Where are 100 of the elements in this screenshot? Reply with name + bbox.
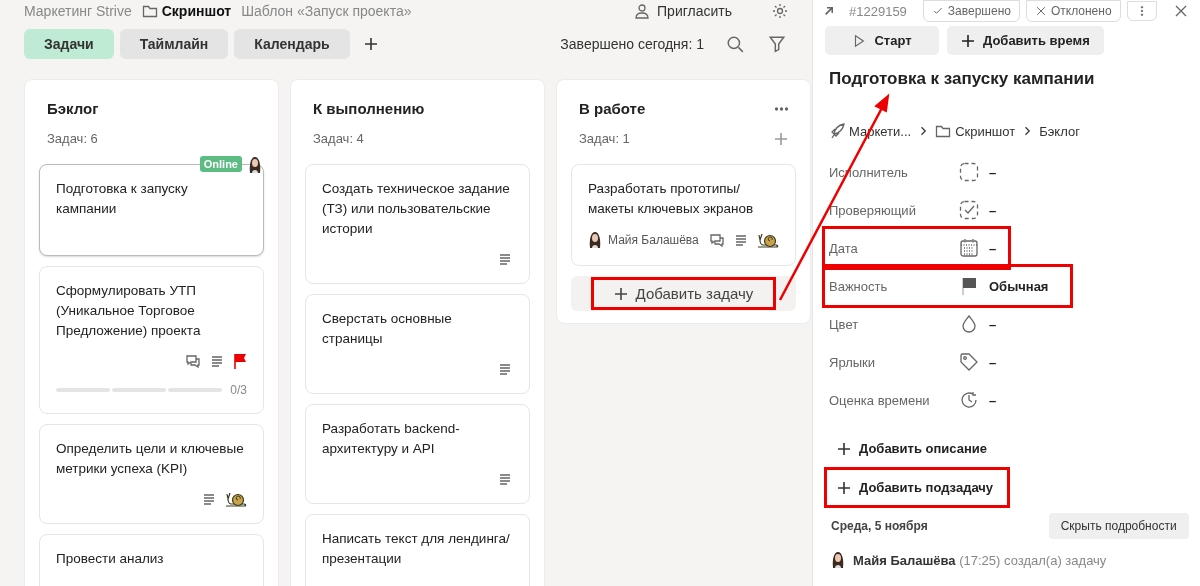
start-button[interactable]: Старт	[825, 26, 939, 55]
property-label: Цвет	[829, 316, 860, 332]
task-title: Подготовка к запуску кампании	[829, 69, 1096, 89]
description-icon	[497, 361, 513, 377]
view-tab[interactable]: Таймлайн	[119, 29, 229, 59]
card-title: Подготовка к запуску кампании	[56, 180, 189, 218]
snail-icon	[225, 491, 247, 507]
status-button[interactable]: Отклонено	[1025, 0, 1121, 22]
view-tab[interactable]: Задачи	[24, 29, 114, 59]
plus-icon	[837, 441, 851, 456]
property-value: –	[989, 202, 997, 218]
hide-details-button[interactable]: Скрыть подробности	[1048, 513, 1189, 539]
search-icon	[726, 35, 744, 53]
breadcrumb-item[interactable]: Скриншот	[955, 123, 1016, 139]
property-label: Проверяющий	[829, 202, 917, 218]
add-time-button[interactable]: Добавить время	[947, 26, 1104, 55]
task-card[interactable]: Провести анализ	[39, 534, 264, 586]
comment-icon	[709, 232, 725, 248]
property-row[interactable]: Цвет –	[825, 305, 1009, 343]
plus-icon	[613, 286, 628, 301]
plus-icon	[363, 37, 378, 51]
plus-icon	[837, 480, 851, 495]
completed-today: Завершено сегодня: 1	[560, 36, 704, 52]
clock-icon	[959, 390, 979, 410]
status-button[interactable]: Завершено	[922, 0, 1020, 22]
column-title: К выполнению	[313, 100, 425, 117]
calendar-icon	[959, 238, 979, 258]
avatar-icon	[831, 551, 845, 569]
task-card[interactable]: Разработать прототипы/ макеты ключевых экранов Майя Балашёва	[571, 164, 796, 266]
property-value: –	[989, 240, 997, 256]
property-row[interactable]: Ярлыки –	[825, 343, 1009, 381]
description-icon	[733, 232, 749, 248]
property-label: Важность	[829, 278, 889, 294]
card-title: Разработать прототипы/ макеты ключевых экранов	[588, 180, 755, 218]
plus-icon	[774, 131, 788, 146]
property-value: –	[989, 354, 997, 370]
task-card[interactable]: Написать текст для лендинга/презентации	[305, 514, 530, 586]
user-icon	[635, 3, 652, 19]
property-row[interactable]: Оценка времени –	[825, 381, 1009, 419]
property-row[interactable]: Дата –	[825, 229, 1009, 267]
flag-icon	[233, 353, 247, 369]
online-badge: Online	[199, 156, 242, 172]
rocket-icon	[829, 123, 845, 139]
settings-icon	[772, 3, 788, 19]
card-title: Сформулировать УТП (Уникальное Торговое Предложение) проекта	[56, 282, 202, 340]
template-name: Шаблон «Запуск проекта»	[241, 3, 412, 19]
avatar-icon	[588, 231, 602, 249]
filter-icon	[768, 35, 786, 53]
property-label: Оценка времени	[829, 392, 931, 408]
reviewer-icon	[959, 200, 979, 220]
play-icon	[852, 33, 867, 48]
card-title: Провести анализ	[56, 550, 165, 568]
card-title: Разработать backend-архитектуру и API	[322, 420, 461, 458]
cross-icon	[1034, 5, 1047, 17]
breadcrumb-item[interactable]: Бэклог	[1039, 123, 1080, 139]
add-action-button[interactable]: Добавить описание	[827, 431, 1002, 466]
add-task-button[interactable]: Добавить задачу	[593, 280, 774, 307]
assignee-name: Майя Балашёва	[608, 233, 699, 247]
assignee-icon	[959, 162, 979, 182]
drop-icon	[959, 314, 979, 334]
property-row[interactable]: Важность Обычная	[825, 267, 1071, 305]
description-icon	[209, 353, 225, 369]
description-icon	[201, 491, 217, 507]
task-card[interactable]: Сверстать основные страницы	[305, 294, 530, 394]
avatar-icon	[248, 156, 262, 174]
task-count: Задач: 1	[579, 131, 630, 146]
view-tab[interactable]: Календарь	[234, 29, 350, 59]
card-title: Написать текст для лендинга/презентации	[322, 530, 511, 568]
column-menu-button[interactable]	[775, 106, 788, 111]
property-value: –	[989, 392, 997, 408]
description-icon	[497, 471, 513, 487]
comment-icon	[185, 353, 201, 369]
activity-date: Среда, 5 ноября	[830, 519, 928, 533]
subtask-count: 0/3	[230, 383, 247, 397]
task-card[interactable]: Определить цели и ключевые метрики успеха (KPI)	[39, 424, 264, 524]
column-title: В работе	[579, 100, 646, 117]
more-icon	[775, 106, 788, 111]
add-action-button[interactable]: Добавить подзадачу	[827, 470, 1008, 505]
property-row[interactable]: Проверяющий –	[825, 191, 1009, 229]
task-id: #1229159	[849, 3, 907, 19]
tag-icon	[959, 352, 979, 372]
column-title: Бэклог	[47, 100, 99, 117]
plus-icon	[961, 33, 975, 48]
property-label: Дата	[829, 240, 859, 256]
project-name[interactable]: Скриншот	[161, 3, 232, 19]
task-card[interactable]: Сформулировать УТП (Уникальное Торговое Предложение) проекта 0/3	[39, 266, 264, 414]
flag-icon	[959, 276, 979, 296]
activity-entry: Майя Балашёва (17:25) создал(а) задачу	[853, 552, 1107, 568]
task-count: Задач: 4	[313, 131, 364, 146]
property-label: Ярлыки	[829, 354, 877, 370]
task-card[interactable]: Создать техническое задание (ТЗ) или пользовательские истории	[305, 164, 530, 284]
invite-button[interactable]: Пригласить	[635, 3, 732, 19]
snail-icon	[757, 232, 779, 248]
property-value: –	[989, 164, 997, 180]
check-icon	[931, 5, 944, 17]
task-card[interactable]: Разработать backend-архитектуру и API	[305, 404, 530, 504]
folder-icon	[141, 3, 158, 19]
property-value: Обычная	[989, 278, 1049, 294]
task-count: Задач: 6	[47, 131, 98, 146]
folder-icon	[935, 123, 952, 139]
